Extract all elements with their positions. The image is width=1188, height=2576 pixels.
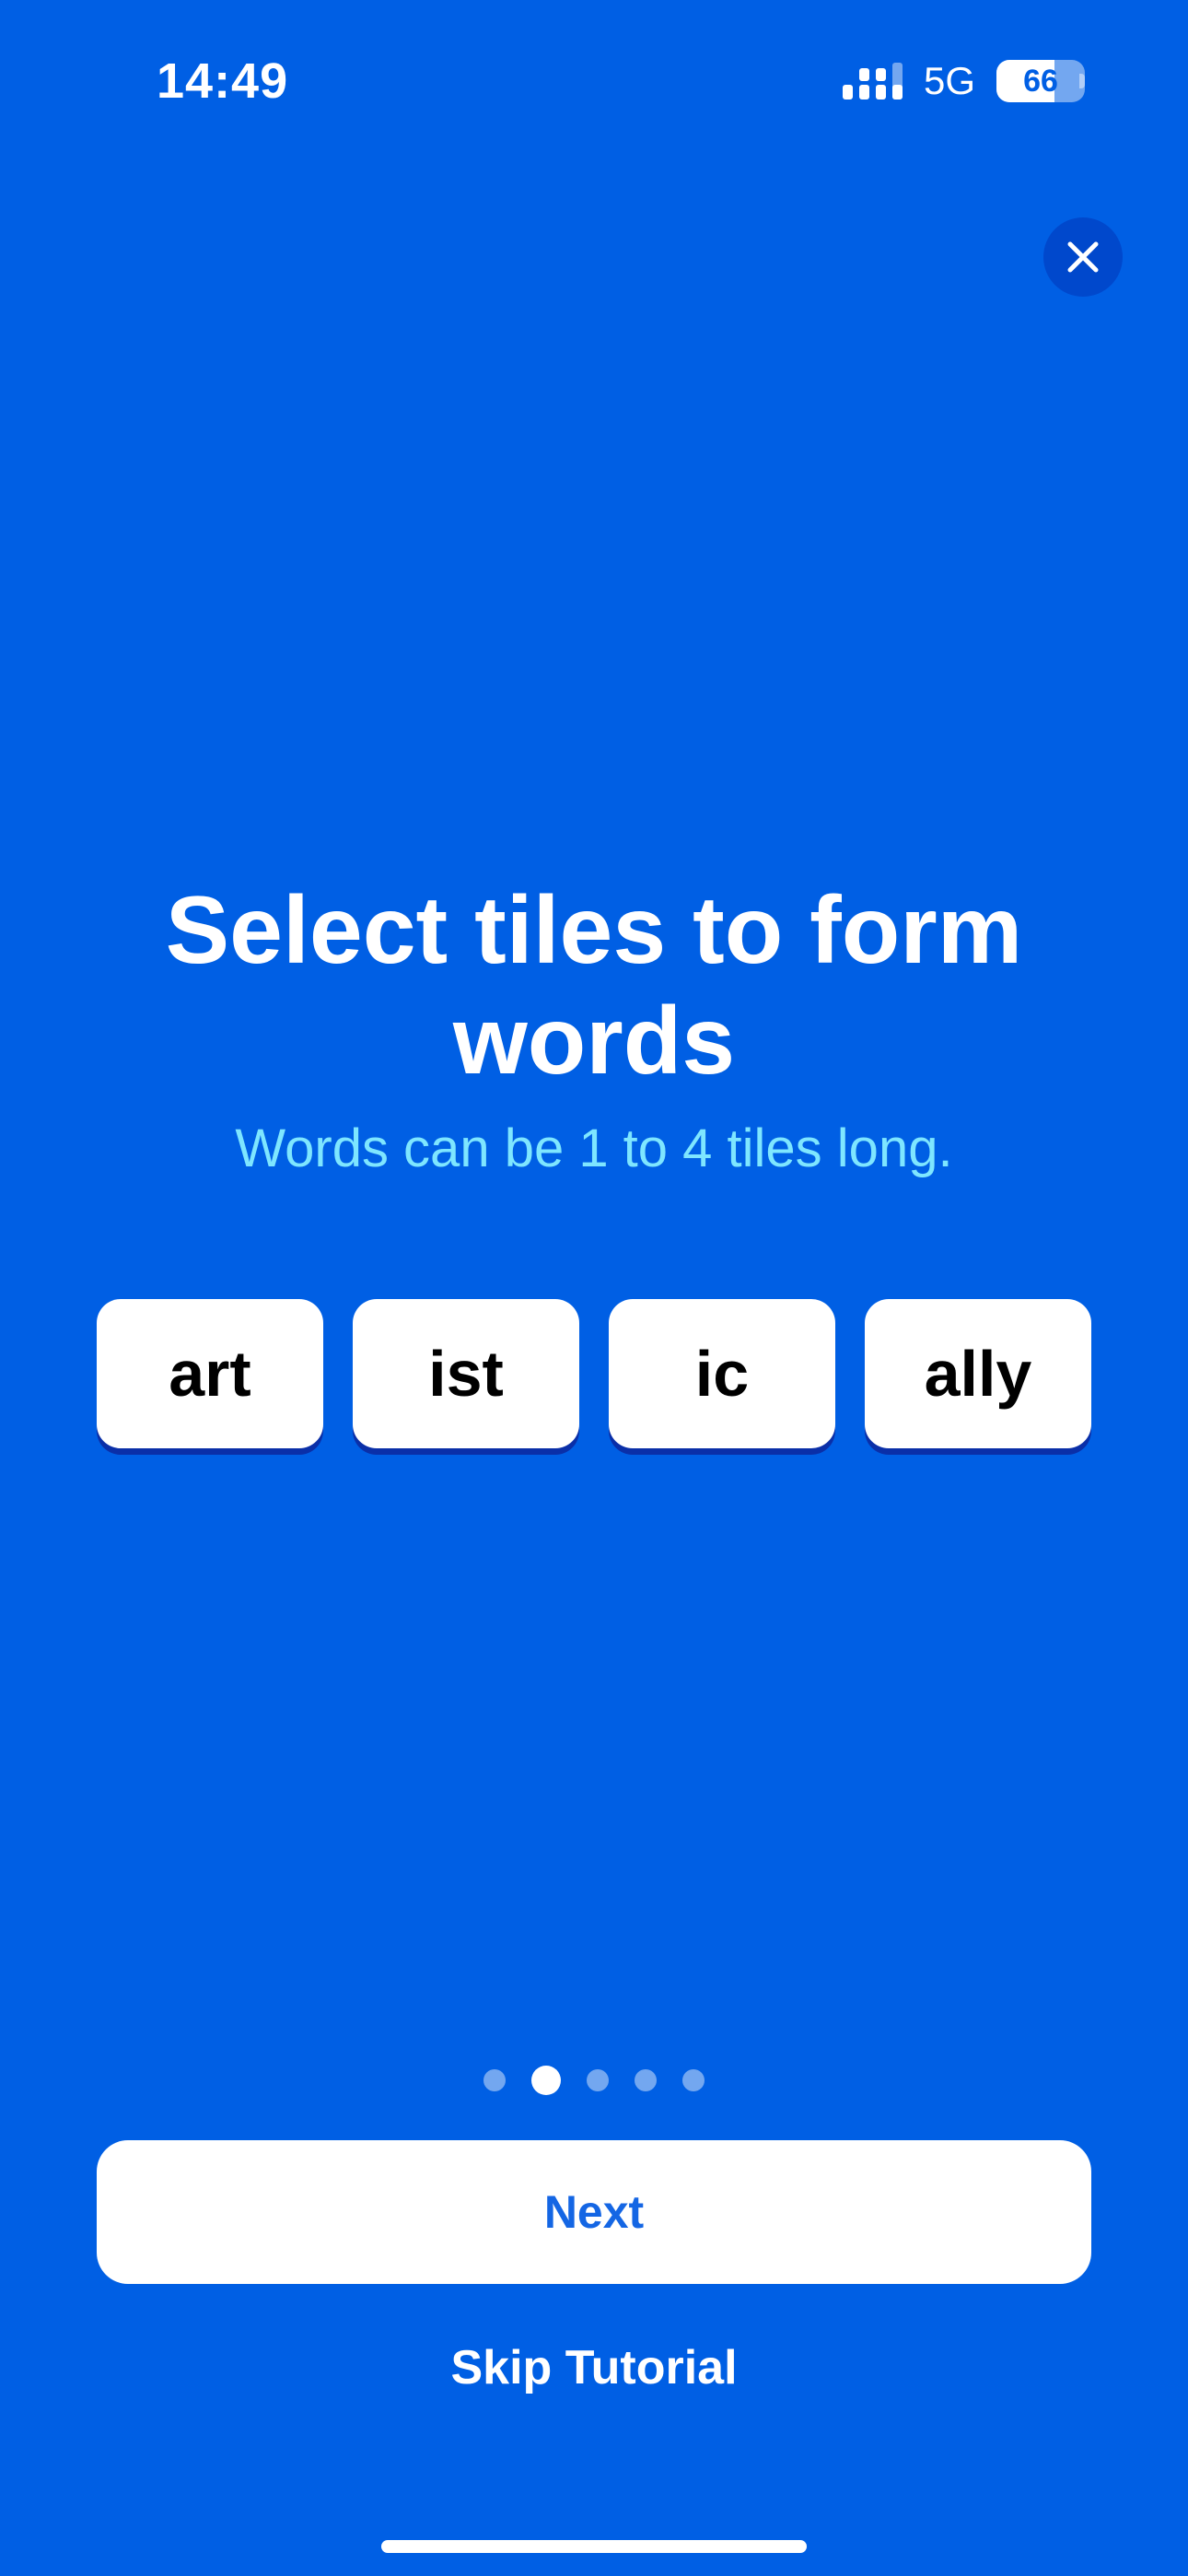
page-dot xyxy=(682,2069,705,2091)
battery-nub xyxy=(1079,74,1085,88)
signal-bars-icon xyxy=(843,63,903,100)
battery-icon: 66 xyxy=(996,60,1085,102)
next-button[interactable]: Next xyxy=(97,2140,1091,2284)
close-button[interactable] xyxy=(1043,217,1123,297)
word-tile[interactable]: ic xyxy=(609,1299,835,1448)
battery-level: 66 xyxy=(1023,64,1058,99)
close-icon xyxy=(1067,241,1099,273)
network-type: 5G xyxy=(924,59,976,102)
next-button-label: Next xyxy=(543,2186,645,2238)
home-indicator xyxy=(381,2540,807,2553)
tutorial-title: Select tiles to form words xyxy=(165,877,1023,1095)
page-dot xyxy=(635,2069,657,2091)
page-indicator xyxy=(0,2064,1188,2097)
tile-label: ic xyxy=(694,1338,750,1410)
status-time: 14:49 xyxy=(157,53,289,109)
tile-label: ist xyxy=(428,1338,504,1410)
word-tile[interactable]: art xyxy=(97,1299,323,1448)
word-tile[interactable]: ist xyxy=(353,1299,579,1448)
tile-row: art ist ic ally xyxy=(97,1299,1091,1454)
page-dot xyxy=(483,2069,506,2091)
page-dot xyxy=(587,2069,609,2091)
tile-label: ally xyxy=(924,1338,1032,1410)
tutorial-subtitle: Words can be 1 to 4 tiles long. xyxy=(235,1118,953,1178)
page-dot-active xyxy=(531,2066,561,2095)
skip-tutorial-button[interactable]: Skip Tutorial xyxy=(364,2331,824,2405)
word-tile[interactable]: ally xyxy=(865,1299,1091,1448)
tile-label: art xyxy=(169,1338,251,1410)
